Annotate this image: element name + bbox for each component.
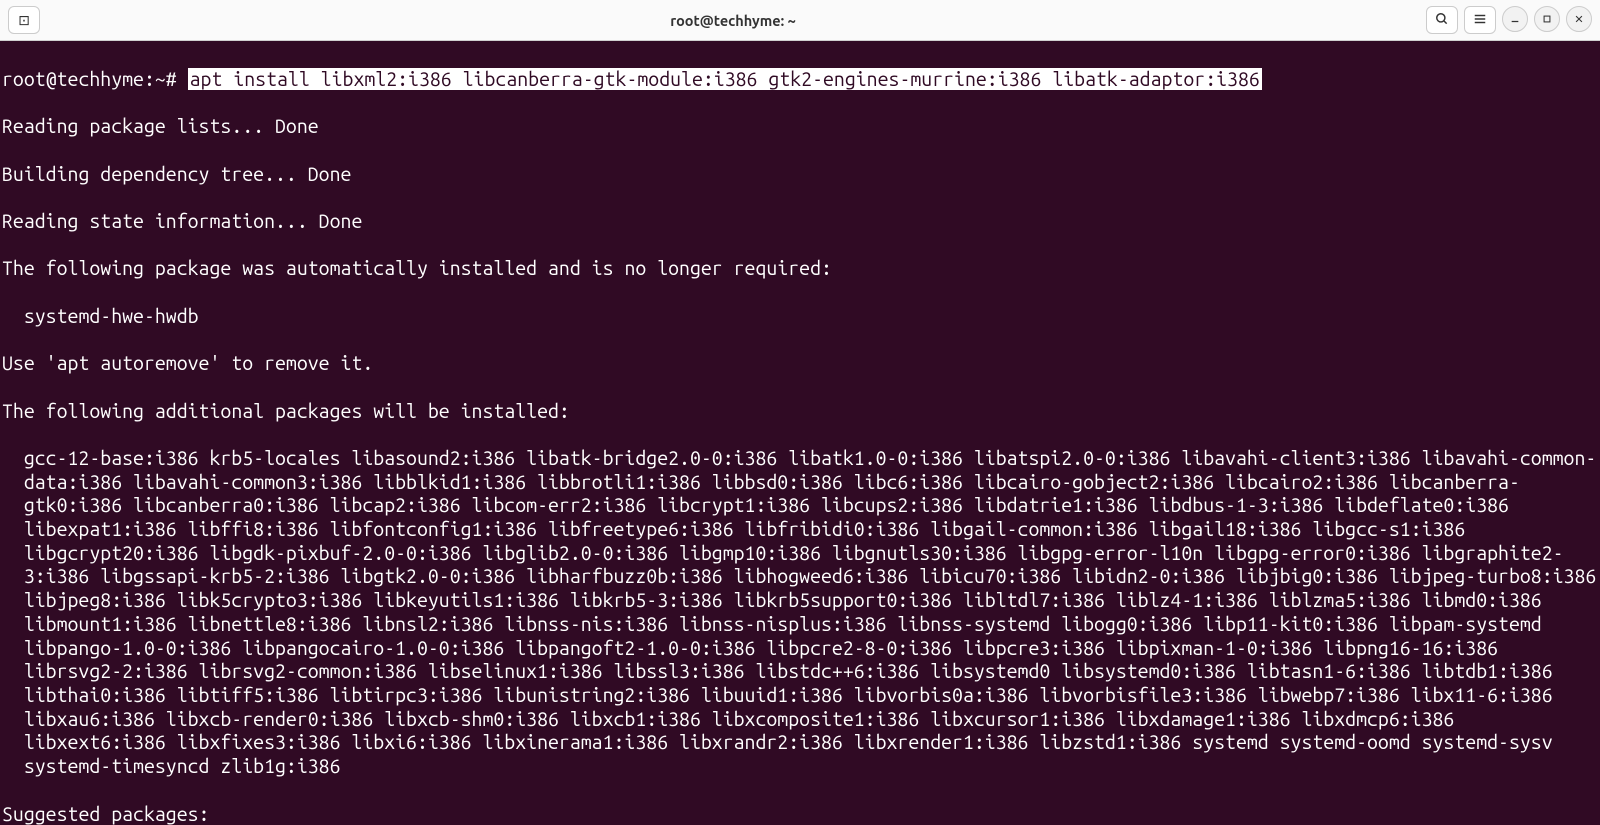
search-button[interactable] xyxy=(1426,6,1458,34)
additional-packages: gcc-12-base:i386 krb5-locales libasound2… xyxy=(2,447,1598,779)
close-button[interactable] xyxy=(1566,6,1592,32)
titlebar-right xyxy=(1426,6,1592,34)
prompt: root@techhyme:~# xyxy=(2,68,188,90)
titlebar: ⊡ root@techhyme: ~ xyxy=(0,0,1600,41)
output-line: Reading state information... Done xyxy=(2,210,1598,234)
search-icon xyxy=(1435,12,1449,29)
minimize-button[interactable] xyxy=(1502,6,1528,32)
output-line: The following additional packages will b… xyxy=(2,400,1598,424)
output-line: Use 'apt autoremove' to remove it. xyxy=(2,352,1598,376)
output-line: Building dependency tree... Done xyxy=(2,163,1598,187)
maximize-button[interactable] xyxy=(1534,6,1560,32)
suggested-header: Suggested packages: xyxy=(2,803,1598,825)
maximize-icon xyxy=(1542,11,1552,27)
new-tab-button[interactable]: ⊡ xyxy=(8,6,40,34)
new-tab-icon: ⊡ xyxy=(18,12,30,29)
terminal[interactable]: root@techhyme:~# apt install libxml2:i38… xyxy=(0,41,1600,825)
output-line: Reading package lists... Done xyxy=(2,115,1598,139)
hamburger-menu-button[interactable] xyxy=(1464,6,1496,34)
close-icon xyxy=(1574,11,1584,27)
prompt-line: root@techhyme:~# apt install libxml2:i38… xyxy=(2,68,1598,92)
command-highlight: apt install libxml2:i386 libcanberra-gtk… xyxy=(188,68,1262,90)
output-line: systemd-hwe-hwdb xyxy=(2,305,1598,329)
window-title: root@techhyme: ~ xyxy=(46,12,1420,29)
output-line: The following package was automatically … xyxy=(2,257,1598,281)
hamburger-icon xyxy=(1473,12,1487,29)
minimize-icon xyxy=(1510,11,1520,27)
